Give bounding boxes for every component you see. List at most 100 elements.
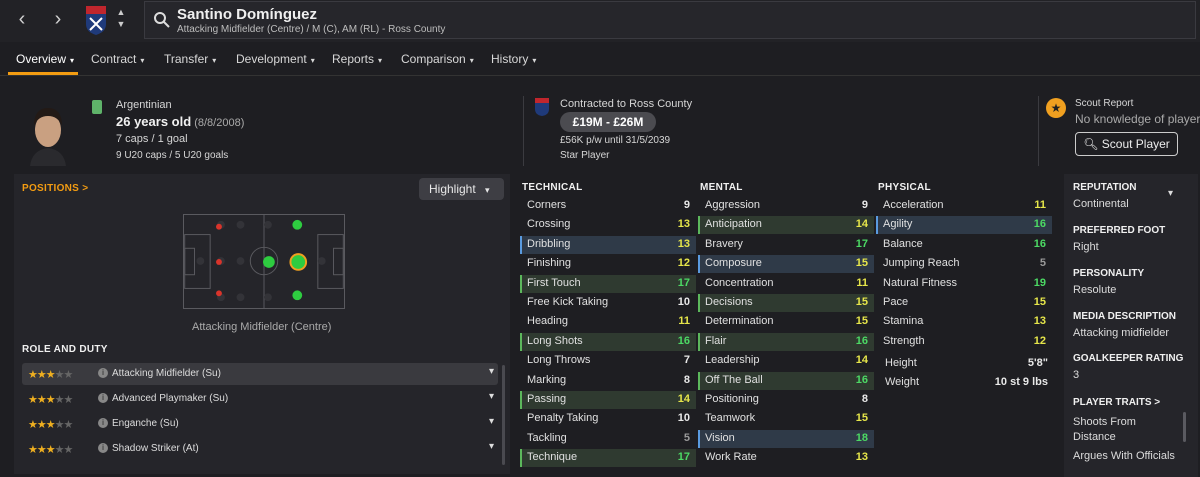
scout-player-button[interactable]: 🔍︎ Scout Player — [1075, 132, 1178, 156]
highlight-dropdown[interactable]: Highlight ▾ — [419, 178, 504, 200]
role-name: Attacking Midfielder (Su) — [112, 368, 221, 379]
attribute-name: Tackling — [527, 431, 567, 444]
positions-title[interactable]: POSITIONS > — [22, 183, 88, 194]
player-positions-club: Attacking Midfielder (Centre) / M (C), A… — [177, 24, 446, 35]
attribute-name: Long Throws — [527, 354, 591, 367]
role-rating-stars: ★★★★★ — [28, 419, 73, 431]
attribute-name: Finishing — [527, 257, 572, 270]
attribute-row[interactable]: Off The Ball 16 — [698, 371, 874, 390]
search-icon[interactable] — [153, 11, 171, 29]
attribute-row[interactable]: Finishing 12 — [520, 255, 696, 273]
attribute-row[interactable]: Pace 15 — [876, 294, 1052, 312]
attribute-row[interactable]: Determination 15 — [698, 313, 874, 331]
attribute-name: Strength — [883, 334, 925, 347]
nationality: Argentinian — [116, 99, 172, 111]
weight-value: 10 st 9 lbs — [994, 376, 1048, 388]
attribute-row[interactable]: Long Throws 7 — [520, 352, 696, 370]
attribute-value: 16 — [1033, 218, 1046, 231]
attribute-row[interactable]: Vision 18 — [698, 429, 874, 448]
attribute-name: Passing — [527, 393, 567, 405]
attribute-value: 16 — [855, 334, 868, 347]
star-icon: ★ — [1046, 98, 1066, 118]
attribute-row[interactable]: Technique 17 — [520, 449, 696, 468]
attribute-row[interactable]: Positioning 8 — [698, 391, 874, 409]
attribute-name: Work Rate — [705, 451, 757, 464]
attribute-value: 17 — [677, 276, 690, 289]
attribute-row[interactable]: Decisions 15 — [698, 294, 874, 312]
tab-transfer[interactable]: Transfer ▾ — [164, 52, 216, 66]
forward-button[interactable]: › — [46, 8, 70, 32]
attribute-row[interactable]: Concentration 11 — [698, 275, 874, 293]
attribute-row[interactable]: Leadership 14 — [698, 352, 874, 370]
attribute-name: Off The Ball — [705, 373, 763, 386]
attribute-row[interactable]: Free Kick Taking 10 — [520, 294, 696, 312]
tab-comparison[interactable]: Comparison ▾ — [401, 52, 474, 66]
attribute-name: Jumping Reach — [883, 257, 960, 270]
attribute-row[interactable]: Agility 16 — [876, 216, 1052, 235]
weight-label: Weight — [885, 376, 920, 388]
attribute-row[interactable]: Bravery 17 — [698, 236, 874, 254]
top-bar: ‹ › ▲ ▼ Santino Domínguez Attacking Midfi… — [0, 0, 1200, 42]
player-traits-heading[interactable]: PLAYER TRAITS > — [1073, 397, 1160, 408]
info-icon[interactable]: i — [98, 418, 108, 428]
attribute-name: Positioning — [705, 393, 759, 405]
attribute-name: Anticipation — [705, 218, 762, 231]
chevron-down-icon[interactable]: ▾ — [489, 441, 494, 452]
tab-reports[interactable]: Reports ▾ — [332, 52, 382, 66]
attribute-row[interactable]: Dribbling 13 — [520, 235, 696, 254]
attribute-row[interactable]: Balance 16 — [876, 236, 1052, 254]
attribute-row[interactable]: Jumping Reach 5 — [876, 255, 1052, 273]
club-crest-icon[interactable] — [534, 97, 550, 117]
tab-history[interactable]: History ▾ — [491, 52, 536, 66]
attribute-row[interactable]: Strength 12 — [876, 333, 1052, 351]
attribute-row[interactable]: Acceleration 11 — [876, 197, 1052, 215]
attribute-row[interactable]: Stamina 13 — [876, 313, 1052, 331]
attribute-row[interactable]: Long Shots 16 — [520, 332, 696, 351]
preferred-foot-heading: PREFERRED FOOT — [1073, 225, 1166, 236]
attribute-row[interactable]: Passing 14 — [520, 391, 696, 409]
info-icon[interactable]: i — [98, 443, 108, 453]
attribute-row[interactable]: Corners 9 — [520, 197, 696, 215]
attribute-value: 10 — [677, 412, 690, 425]
attribute-row[interactable]: Penalty Taking 10 — [520, 410, 696, 428]
tab-overview[interactable]: Overview ▾ — [16, 52, 74, 66]
position-caption: Attacking Midfielder (Centre) — [192, 321, 332, 333]
chevron-down-icon[interactable]: ▾ — [489, 366, 494, 377]
attribute-row[interactable]: Flair 16 — [698, 332, 874, 351]
tab-development[interactable]: Development ▾ — [236, 52, 315, 66]
attribute-row[interactable]: Heading 11 — [520, 313, 696, 331]
tab-contract[interactable]: Contract ▾ — [91, 52, 144, 66]
role-row[interactable]: ★★★★★ i Enganche (Su) ▾ — [22, 413, 498, 435]
attribute-row[interactable]: Crossing 13 — [520, 216, 696, 234]
attribute-row[interactable]: Natural Fitness 19 — [876, 275, 1052, 293]
attribute-value: 12 — [677, 257, 690, 270]
chevron-down-icon[interactable]: ▾ — [489, 416, 494, 427]
chevron-down-icon[interactable]: ▾ — [1168, 188, 1173, 199]
roles-scrollbar[interactable] — [502, 365, 505, 465]
attribute-row[interactable]: Tackling 5 — [520, 430, 696, 448]
attribute-name: Technique — [527, 451, 578, 464]
chevron-down-icon[interactable]: ▾ — [489, 391, 494, 402]
club-crest-icon[interactable] — [84, 4, 108, 36]
attribute-row[interactable]: First Touch 17 — [520, 274, 696, 293]
attribute-row[interactable]: Composure 15 — [698, 255, 874, 274]
info-icon[interactable]: i — [98, 393, 108, 403]
traits-scrollbar[interactable] — [1183, 412, 1186, 442]
role-rating-stars: ★★★★★ — [28, 369, 73, 381]
physical-title: PHYSICAL — [878, 182, 931, 193]
attribute-row[interactable]: Teamwork 15 — [698, 410, 874, 428]
switch-player-arrows[interactable]: ▲ ▼ — [114, 6, 128, 30]
attribute-row[interactable]: Aggression 9 — [698, 197, 874, 215]
attribute-row[interactable]: Work Rate 13 — [698, 449, 874, 467]
info-icon[interactable]: i — [98, 368, 108, 378]
attribute-name: Vision — [705, 431, 735, 444]
role-row[interactable]: ★★★★★ i Attacking Midfielder (Su) ▾ — [22, 363, 498, 385]
mental-title: MENTAL — [700, 182, 743, 193]
attribute-row[interactable]: Anticipation 14 — [698, 216, 874, 235]
back-button[interactable]: ‹ — [10, 8, 34, 32]
nationality-flag-icon[interactable] — [92, 100, 102, 114]
role-row[interactable]: ★★★★★ i Shadow Striker (At) ▾ — [22, 438, 498, 460]
transfer-value-badge[interactable]: £19M - £26M — [560, 112, 656, 132]
role-row[interactable]: ★★★★★ i Advanced Playmaker (Su) ▾ — [22, 388, 498, 410]
attribute-row[interactable]: Marking 8 — [520, 372, 696, 390]
